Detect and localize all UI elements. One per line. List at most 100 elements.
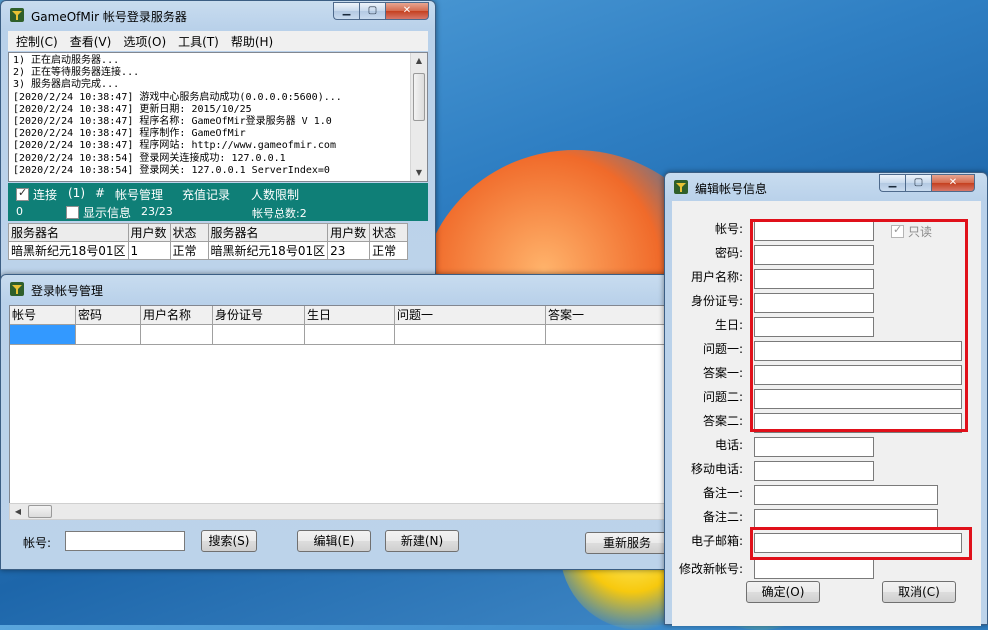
answer2-field[interactable]: [754, 413, 962, 433]
email-field[interactable]: [754, 533, 962, 553]
birthday-field[interactable]: [754, 317, 874, 337]
cancel-button[interactable]: 取消(C): [882, 581, 956, 603]
field-label-phone: 电话:: [714, 438, 743, 452]
minimize-button[interactable]: ▁: [879, 174, 905, 192]
field-label-id-number: 身份证号:: [690, 294, 743, 308]
username-field[interactable]: [754, 269, 874, 289]
col-birthday: 生日: [305, 306, 395, 325]
log-line: [2020/2/24 10:38:47] 更新日期: 2015/10/25: [13, 103, 252, 115]
grid-cell[interactable]: [213, 325, 305, 345]
grid-cell[interactable]: [305, 325, 395, 345]
title-bar[interactable]: GameOfMir 帐号登录服务器 ▁ ▢ ✕: [1, 1, 435, 29]
field-label-password: 密码:: [714, 246, 743, 260]
log-line: [2020/2/24 10:38:47] 程序名称: GameOfMir登录服务…: [13, 116, 332, 128]
new-button[interactable]: 新建(N): [385, 530, 459, 552]
note1-field[interactable]: [754, 485, 938, 505]
ratio-count: 23/23: [141, 205, 173, 218]
field-label-question1: 问题一:: [702, 342, 743, 356]
log-line: [2020/2/24 10:38:54] 登录网关: 127.0.0.1 Ser…: [13, 164, 330, 176]
connect-checkbox[interactable]: 连接: [16, 186, 57, 203]
menu-options[interactable]: 选项(O): [123, 33, 166, 50]
field-label-username: 用户名称:: [690, 270, 743, 284]
scroll-down-icon[interactable]: ▼: [411, 165, 427, 181]
menu-tools[interactable]: 工具(T): [178, 33, 219, 50]
cell-status: 正常: [369, 241, 409, 260]
grid-cell[interactable]: [395, 325, 546, 345]
close-button[interactable]: ✕: [931, 174, 975, 192]
col-server-name: 服务器名: [207, 223, 329, 242]
close-button[interactable]: ✕: [385, 2, 429, 20]
show-info-checkbox[interactable]: 显示信息: [66, 204, 131, 221]
log-line: [2020/2/24 10:38:47] 程序制作: GameOfMir: [13, 128, 246, 140]
log-line: [2020/2/24 10:38:47] 游戏中心服务启动成功(0.0.0.0:…: [13, 91, 342, 103]
cell-status: 正常: [169, 241, 209, 260]
account-search-input[interactable]: [65, 531, 185, 551]
scroll-left-icon[interactable]: ◀: [10, 504, 26, 519]
note2-field[interactable]: [754, 509, 938, 529]
log-line: 1) 正在启动服务器...: [13, 55, 120, 66]
question2-field[interactable]: [754, 389, 962, 409]
menu-control[interactable]: 控制(C): [16, 33, 58, 50]
title-bar[interactable]: 登录帐号管理: [1, 275, 683, 303]
menu-help[interactable]: 帮助(H): [231, 33, 273, 50]
reload-button[interactable]: 重新服务: [585, 532, 669, 554]
id-number-field[interactable]: [754, 293, 874, 313]
grid-cell[interactable]: [76, 325, 141, 345]
scroll-thumb[interactable]: [413, 73, 425, 121]
cell-user-count: 1: [127, 241, 171, 260]
col-password: 密码: [76, 306, 141, 325]
game-app-icon: [10, 8, 24, 22]
recharge-link[interactable]: 充值记录: [182, 186, 230, 203]
field-label-mobile: 移动电话:: [690, 462, 743, 476]
account-total: 帐号总数:2: [252, 207, 307, 220]
connect-count: (1): [68, 186, 85, 200]
phone-field[interactable]: [754, 437, 874, 457]
limit-link[interactable]: 人数限制: [251, 186, 299, 203]
maximize-button[interactable]: ▢: [905, 174, 931, 192]
title-bar[interactable]: 编辑帐号信息 ▁ ▢ ✕: [665, 173, 987, 201]
field-label-birthday: 生日:: [714, 318, 743, 332]
window-title: 登录帐号管理: [31, 284, 104, 298]
field-label-account: 帐号:: [714, 222, 743, 236]
scroll-thumb[interactable]: [28, 505, 52, 518]
account-field[interactable]: [754, 221, 874, 241]
confirm-button[interactable]: 确定(O): [746, 581, 820, 603]
menu-view[interactable]: 查看(V): [70, 33, 112, 50]
password-field[interactable]: [754, 245, 874, 265]
edit-button[interactable]: 编辑(E): [297, 530, 371, 552]
col-question1: 问题一: [395, 306, 546, 325]
question1-field[interactable]: [754, 341, 962, 361]
maximize-button[interactable]: ▢: [359, 2, 385, 20]
cell-server-name: 暗黑新纪元18号01区: [207, 241, 329, 260]
search-button[interactable]: 搜索(S): [201, 530, 257, 552]
cell-server-name: 暗黑新纪元18号01区: [8, 241, 129, 260]
log-line: 2) 正在等待服务器连接...: [13, 67, 140, 79]
col-account: 帐号: [10, 306, 76, 325]
table-row[interactable]: [10, 325, 686, 345]
grid-hscrollbar[interactable]: ◀: [9, 503, 685, 520]
account-management-window: 登录帐号管理 帐号 密码 用户名称 身份证号 生日 问题一 答案一 ◀ 帐号: …: [0, 274, 689, 570]
mobile-field[interactable]: [754, 461, 874, 481]
account-label: 帐号:: [23, 536, 52, 550]
account-mgmt-link[interactable]: 帐号管理: [115, 186, 163, 203]
log-line: [2020/2/24 10:38:47] 程序网站: http://www.ga…: [13, 140, 336, 152]
scroll-up-icon[interactable]: ▲: [411, 53, 427, 69]
minimize-button[interactable]: ▁: [333, 2, 359, 20]
status-panel: 连接 (1) # 帐号管理 充值记录 人数限制 0 显示信息 23/23 帐号总…: [8, 183, 428, 221]
grid-cell[interactable]: [10, 325, 76, 345]
log-line: 3) 服务器启动完成...: [13, 79, 120, 91]
answer1-field[interactable]: [754, 365, 962, 385]
account-grid[interactable]: 帐号 密码 用户名称 身份证号 生日 问题一 答案一: [9, 305, 689, 519]
table-row[interactable]: 暗黑新纪元18号01区 1 正常 暗黑新纪元18号01区 23 正常: [8, 241, 409, 260]
col-user-count: 用户数: [327, 223, 371, 242]
game-app-icon: [674, 180, 688, 194]
col-user-count: 用户数: [127, 223, 171, 242]
field-label-new-account: 修改新帐号:: [678, 562, 743, 576]
readonly-checkbox[interactable]: 只读: [891, 223, 932, 240]
new-account-field[interactable]: [754, 559, 874, 579]
login-server-window: GameOfMir 帐号登录服务器 ▁ ▢ ✕ 控制(C) 查看(V) 选项(O…: [0, 0, 436, 282]
cell-user-count: 23: [327, 241, 371, 260]
grid-cell[interactable]: [141, 325, 213, 345]
server-log[interactable]: 1) 正在启动服务器... 2) 正在等待服务器连接... 3) 服务器启动完成…: [8, 52, 428, 182]
log-scrollbar[interactable]: ▲ ▼: [410, 53, 427, 181]
